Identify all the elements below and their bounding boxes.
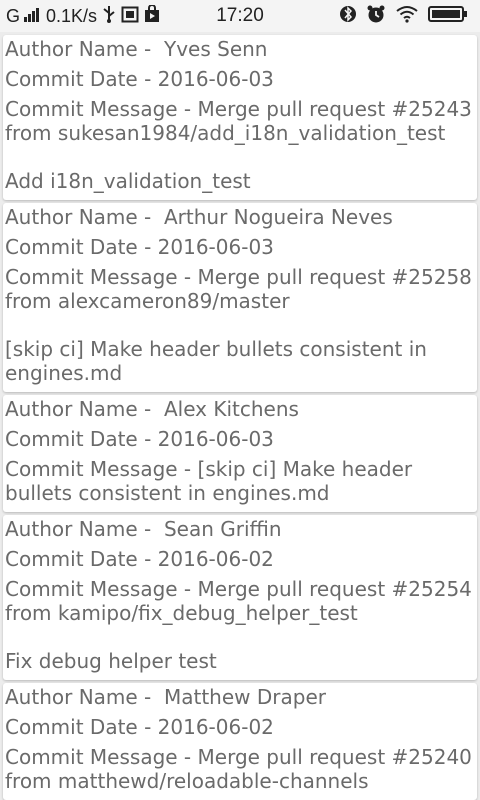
commit-card[interactable]: Author Name - Arthur Nogueira Neves Comm… <box>3 203 477 392</box>
commit-card[interactable]: Author Name - Alex Kitchens Commit Date … <box>3 395 477 512</box>
commit-date: Commit Date - 2016-06-03 <box>5 235 274 259</box>
battery-icon <box>428 5 468 28</box>
alarm-icon <box>366 4 386 29</box>
commit-message: Commit Message - Merge pull request #252… <box>5 265 472 385</box>
status-bar: G 0.1K/s 17:20 <box>0 0 480 32</box>
commit-date: Commit Date - 2016-06-03 <box>5 427 274 451</box>
wifi-icon <box>396 5 418 28</box>
bluetooth-icon <box>340 5 356 28</box>
commit-card[interactable]: Author Name - Matthew Draper Commit Date… <box>3 683 477 800</box>
author-name: Author Name - Matthew Draper <box>5 685 326 709</box>
status-right <box>340 4 468 28</box>
commit-date: Commit Date - 2016-06-02 <box>5 547 274 571</box>
commit-message: Commit Message - Merge pull request #252… <box>5 97 472 193</box>
author-name: Author Name - Yves Senn <box>5 37 268 61</box>
commit-date: Commit Date - 2016-06-03 <box>5 67 274 91</box>
author-name: Author Name - Arthur Nogueira Neves <box>5 205 393 229</box>
commit-card[interactable]: Author Name - Yves Senn Commit Date - 20… <box>3 35 477 200</box>
author-name: Author Name - Alex Kitchens <box>5 397 299 421</box>
commit-message: Commit Message - [skip ci] Make header b… <box>5 457 419 505</box>
commit-message: Commit Message - Merge pull request #252… <box>5 577 472 673</box>
commit-card[interactable]: Author Name - Sean Griffin Commit Date -… <box>3 515 477 680</box>
commit-message: Commit Message - Merge pull request #252… <box>5 745 472 793</box>
commit-date: Commit Date - 2016-06-02 <box>5 715 274 739</box>
author-name: Author Name - Sean Griffin <box>5 517 282 541</box>
commit-list[interactable]: Author Name - Yves Senn Commit Date - 20… <box>0 32 480 800</box>
